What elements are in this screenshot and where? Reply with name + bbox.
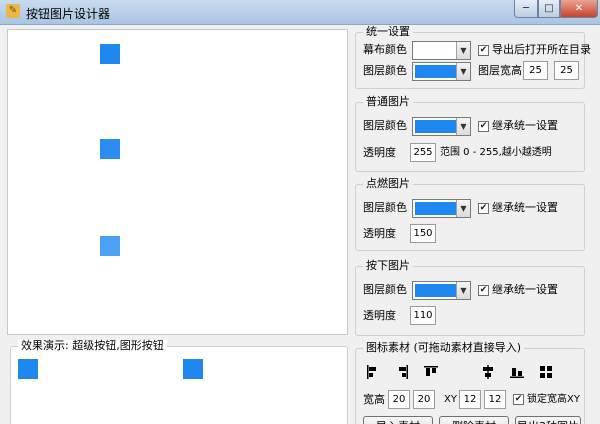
pressed-inherit-label: 继承统一设置 xyxy=(492,283,558,296)
asset-x-input[interactable]: 12 xyxy=(459,390,481,409)
normal-opacity-input[interactable]: 255 xyxy=(410,143,436,162)
pressed-layer-color-label: 图层颜色 xyxy=(363,283,407,296)
app-window: ✎ 按钮图片设计器 ─ □ ✕ 统一设置 幕布颜色 ▼ ✔ 导出后打开所在目录 … xyxy=(0,0,600,424)
hover-image-title: 点燃图片 xyxy=(363,178,413,190)
super-button-preview[interactable] xyxy=(18,359,38,379)
export-images-button[interactable]: 导出3种图片 xyxy=(515,416,581,424)
opacity-range-note: 范围 0 - 255,越小越透明 xyxy=(440,147,552,158)
hover-opacity-label: 透明度 xyxy=(363,227,396,240)
chevron-down-icon: ▼ xyxy=(456,63,470,80)
graphic-button-preview[interactable] xyxy=(183,359,203,379)
normal-image-group: 普通图片 图层颜色 ▼ ✔ 继承统一设置 透明度 255 范围 0 - 255,… xyxy=(355,96,585,172)
chevron-down-icon: ▼ xyxy=(456,118,470,135)
align-bottom-icon[interactable] xyxy=(510,365,524,379)
hover-opacity-input[interactable]: 150 xyxy=(410,224,436,243)
lock-size-checkbox[interactable]: ✔ xyxy=(513,394,524,405)
close-button[interactable]: ✕ xyxy=(560,0,598,18)
asset-xy-label: XY xyxy=(444,394,457,405)
hover-inherit-label: 继承统一设置 xyxy=(492,201,558,214)
layer-height-input[interactable]: 25 xyxy=(554,61,579,80)
normal-opacity-label: 透明度 xyxy=(363,146,396,159)
layer-width-input[interactable]: 25 xyxy=(523,61,548,80)
lock-size-label: 锁定宽高XY xyxy=(527,394,580,405)
bg-color-dropdown[interactable]: ▼ xyxy=(412,41,471,60)
import-assets-button[interactable]: 导入素材 xyxy=(363,416,433,424)
align-right-icon[interactable] xyxy=(395,365,409,379)
window-title: 按钮图片设计器 xyxy=(26,7,111,21)
maximize-button[interactable]: □ xyxy=(538,0,560,18)
asset-height-input[interactable]: 20 xyxy=(413,390,435,409)
hover-layer-color-swatch xyxy=(415,202,457,215)
app-icon: ✎ xyxy=(6,4,20,18)
asset-width-input[interactable]: 20 xyxy=(388,390,410,409)
normal-inherit-checkbox[interactable]: ✔ xyxy=(478,121,489,132)
preview-panel: 效果演示: 超级按钮,图形按钮 xyxy=(10,340,348,424)
hover-inherit-checkbox[interactable]: ✔ xyxy=(478,203,489,214)
asset-y-input[interactable]: 12 xyxy=(484,390,506,409)
chevron-down-icon: ▼ xyxy=(456,200,470,217)
pressed-layer-color-swatch xyxy=(415,284,457,297)
unified-layer-color-dropdown[interactable]: ▼ xyxy=(412,62,471,81)
normal-image-layer[interactable] xyxy=(100,44,120,64)
align-center-icon[interactable] xyxy=(481,365,495,379)
chevron-down-icon: ▼ xyxy=(456,42,470,59)
preview-title: 效果演示: 超级按钮,图形按钮 xyxy=(18,340,167,352)
pressed-image-layer[interactable] xyxy=(100,236,120,256)
title-bar: ✎ 按钮图片设计器 ─ □ ✕ xyxy=(0,0,600,25)
grid-icon[interactable] xyxy=(539,365,553,379)
minimize-button[interactable]: ─ xyxy=(514,0,538,18)
pressed-image-title: 按下图片 xyxy=(363,260,413,272)
unified-settings-group: 统一设置 幕布颜色 ▼ ✔ 导出后打开所在目录 图层颜色 ▼ 图层宽高 25 2… xyxy=(355,26,591,89)
hover-image-group: 点燃图片 图层颜色 ▼ ✔ 继承统一设置 透明度 150 xyxy=(355,178,585,251)
design-canvas[interactable] xyxy=(7,29,348,335)
pressed-opacity-input[interactable]: 110 xyxy=(410,306,436,325)
chevron-down-icon: ▼ xyxy=(456,282,470,299)
hover-layer-color-dropdown[interactable]: ▼ xyxy=(412,199,471,218)
normal-layer-color-swatch xyxy=(415,120,457,133)
layer-color-label: 图层颜色 xyxy=(363,64,407,77)
unified-settings-title: 统一设置 xyxy=(363,26,413,38)
open-dir-checkbox[interactable]: ✔ xyxy=(478,45,489,56)
normal-inherit-label: 继承统一设置 xyxy=(492,119,558,132)
bg-color-swatch xyxy=(415,44,457,57)
layer-size-label: 图层宽高 xyxy=(478,64,522,77)
hover-layer-color-label: 图层颜色 xyxy=(363,201,407,214)
icon-assets-group: 图标素材 (可拖动素材直接导入) 宽高 20 20 XY 12 12 ✔ 锁定宽… xyxy=(355,342,585,424)
pressed-opacity-label: 透明度 xyxy=(363,309,396,322)
normal-image-title: 普通图片 xyxy=(363,96,413,108)
pressed-layer-color-dropdown[interactable]: ▼ xyxy=(412,281,471,300)
unified-layer-color-swatch xyxy=(415,65,457,78)
open-dir-label: 导出后打开所在目录 xyxy=(492,43,591,56)
align-left-icon[interactable] xyxy=(366,365,380,379)
normal-layer-color-label: 图层颜色 xyxy=(363,119,407,132)
hover-image-layer[interactable] xyxy=(100,139,120,159)
align-top-icon[interactable] xyxy=(424,365,438,379)
normal-layer-color-dropdown[interactable]: ▼ xyxy=(412,117,471,136)
asset-size-label: 宽高 xyxy=(363,393,385,406)
pressed-inherit-checkbox[interactable]: ✔ xyxy=(478,285,489,296)
pressed-image-group: 按下图片 图层颜色 ▼ ✔ 继承统一设置 透明度 110 xyxy=(355,260,585,336)
icon-assets-title: 图标素材 (可拖动素材直接导入) xyxy=(363,342,525,354)
bg-color-label: 幕布颜色 xyxy=(363,43,407,56)
delete-assets-button[interactable]: 删除素材 xyxy=(439,416,509,424)
